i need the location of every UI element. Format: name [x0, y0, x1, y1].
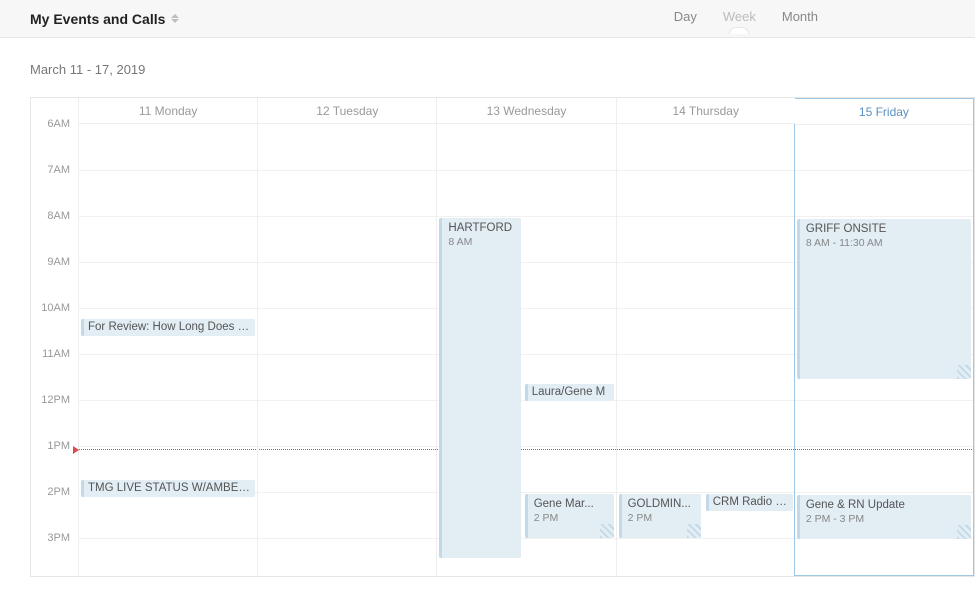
date-range: March 11 - 17, 2019 — [0, 38, 975, 97]
day-col-wednesday[interactable]: 13 Wednesday HARTFORD 8 AM Laura/Gene M … — [436, 98, 615, 576]
event-review[interactable]: For Review: How Long Does It T… — [81, 319, 255, 336]
day-header: 12 Tuesday — [258, 98, 436, 124]
day-col-tuesday[interactable]: 12 Tuesday — [257, 98, 436, 576]
calendar-grid: 11 Monday For Review: How Long Does It T… — [79, 98, 974, 576]
hour-label: 7AM — [47, 164, 70, 176]
hour-label: 11AM — [42, 348, 70, 360]
day-header: 11 Monday — [79, 98, 257, 124]
view-day[interactable]: Day — [674, 9, 697, 28]
hour-label: 3PM — [47, 532, 70, 544]
event-goldmin[interactable]: GOLDMIN... 2 PM — [619, 494, 701, 538]
event-tmg[interactable]: TMG LIVE STATUS W/AMBER AN — [81, 480, 255, 497]
event-hartford[interactable]: HARTFORD 8 AM — [439, 218, 521, 558]
time-gutter: 6AM 7AM 8AM 9AM 10AM 11AM 12PM 1PM 2PM 3… — [31, 98, 79, 576]
hour-label: 2PM — [47, 486, 70, 498]
hour-label: 10AM — [41, 302, 70, 314]
event-crm-radio[interactable]: CRM Radio Po — [706, 494, 793, 511]
day-header: 15 Friday — [795, 99, 973, 125]
calendar: 6AM 7AM 8AM 9AM 10AM 11AM 12PM 1PM 2PM 3… — [30, 97, 975, 577]
event-gene-mar[interactable]: Gene Mar... 2 PM — [525, 494, 614, 538]
event-gene-rn[interactable]: Gene & RN Update 2 PM - 3 PM — [797, 495, 971, 539]
hour-label: 9AM — [47, 256, 70, 268]
panel-title[interactable]: My Events and Calls — [30, 11, 179, 27]
event-griff-onsite[interactable]: GRIFF ONSITE 8 AM - 11:30 AM — [797, 219, 971, 379]
day-col-monday[interactable]: 11 Monday For Review: How Long Does It T… — [79, 98, 257, 576]
toolbar: My Events and Calls Day Week Month — [0, 0, 975, 38]
hour-label: 1PM — [47, 440, 70, 452]
day-col-friday[interactable]: 15 Friday GRIFF ONSITE 8 AM - 11:30 AM G… — [794, 98, 974, 576]
event-laura-gene[interactable]: Laura/Gene M — [525, 384, 614, 401]
view-week[interactable]: Week — [723, 9, 756, 28]
hour-label: 6AM — [47, 118, 70, 130]
view-month[interactable]: Month — [782, 9, 818, 28]
day-header: 14 Thursday — [617, 98, 795, 124]
day-col-thursday[interactable]: 14 Thursday GOLDMIN... 2 PM CRM Radio Po — [616, 98, 795, 576]
sort-icon[interactable] — [171, 14, 179, 23]
day-header: 13 Wednesday — [437, 98, 615, 124]
view-switch: Day Week Month — [674, 9, 818, 28]
panel-title-text: My Events and Calls — [30, 11, 165, 27]
hour-label: 12PM — [41, 394, 70, 406]
hour-label: 8AM — [47, 210, 70, 222]
